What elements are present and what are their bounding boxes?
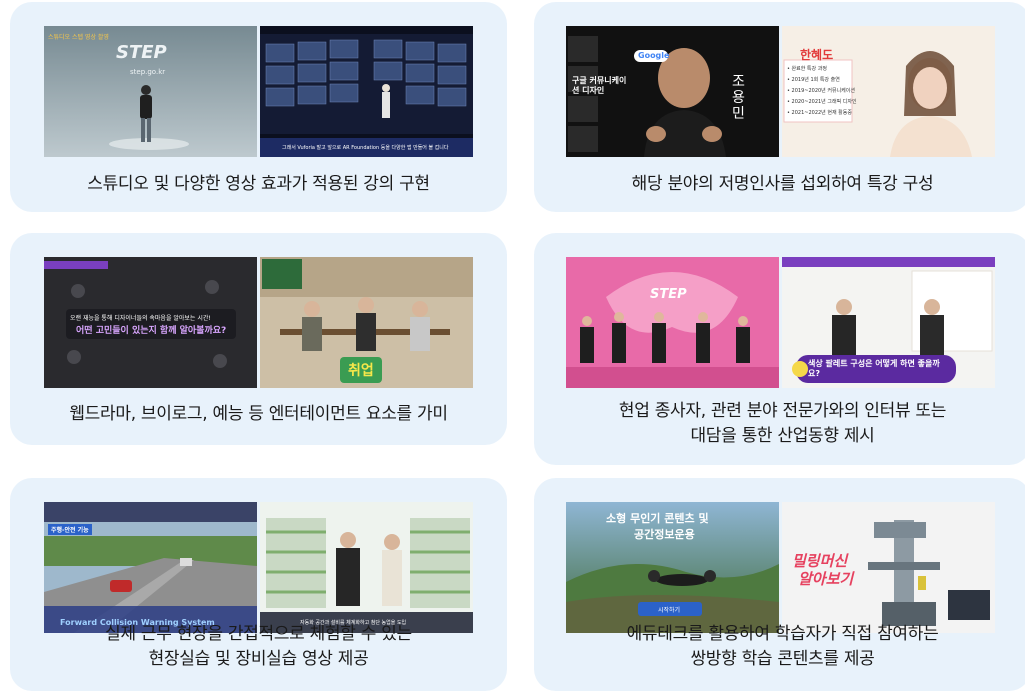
step-url: step.go.kr (130, 68, 166, 76)
variety-show-thumbnail: 취업 (260, 257, 473, 388)
caption-line-1: 스튜디오 및 다양한 영상 효과가 적용된 강의 구현 (87, 174, 430, 194)
drama-line-1: 오랜 재능을 통해 디자이너들의 속마음을 알아보는 시간! (70, 315, 211, 322)
drone-title-1: 소형 무인기 콘텐츠 및 (606, 512, 709, 525)
google-logo: Google (638, 51, 670, 60)
guest-profile-thumbnail: 한혜도 • 완료한 특강 과정 • 2019년 1회 특강 출연 • 2019~… (782, 26, 995, 157)
profile-history: • 완료한 특강 과정 • 2019년 1회 특강 출연 • 2019~2020… (787, 66, 857, 116)
studio-lecture-thumbnail: 스튜디오 스텝 영상 촬영 STEP step.go.kr (44, 26, 257, 157)
job-badge: 취업 (348, 363, 374, 379)
caption-line-1: 실제 근무 현장을 간접적으로 체험할 수 있는 (105, 624, 412, 644)
caption-line-2: 쌍방향 학습 콘텐츠를 제공 (690, 649, 875, 669)
step-logo: STEP (116, 42, 167, 63)
guest-speaker-thumbnail: Google 구글 커뮤니케이션 디자인 조용민 (566, 26, 779, 157)
caption-line-1: 해당 분야의 저명인사를 섭외하여 특강 구성 (631, 174, 934, 194)
lecture-subtitle: 그래서 Vuforia 말고 앞으로 AR Foundation 등을 다양한 … (282, 145, 449, 151)
caption-line-2: 현장실습 및 장비실습 영상 제공 (148, 649, 369, 669)
safety-tag: 주행-안전 기능 (48, 524, 92, 535)
feature-card-studio: 스튜디오 스텝 영상 촬영 STEP step.go.kr 그래서 Vufori… (10, 2, 507, 212)
step-logo: STEP (650, 287, 687, 302)
feature-card-entertainment: 오랜 재능을 통해 디자이너들의 속마음을 알아보는 시간! 어떤 고민들이 있… (10, 233, 507, 445)
driving-safety-thumbnail: 주행-안전 기능 Forward Collision Warning Syste… (44, 502, 257, 633)
caption-line-1: 현업 종사자, 관련 분야 전문가와의 인터뷰 또는 (618, 401, 947, 421)
drama-line-2: 어떤 고민들이 있는지 함께 알아볼까요? (76, 326, 227, 336)
feature-card-field-practice: 주행-안전 기능 Forward Collision Warning Syste… (10, 478, 507, 691)
feature-card-edutech: 소형 무인기 콘텐츠 및 공간정보운용 시작하기 밀링머신 알아보기 에듀테크를… (534, 478, 1025, 691)
question-bubble: 색상 팔레트 구성은 어떻게 하면 좋을까요? (808, 359, 940, 378)
start-button[interactable]: 시작하기 (658, 605, 680, 614)
feature-card-special-lecture: Google 구글 커뮤니케이션 디자인 조용민 한혜도 • 완료한 특강 과정… (534, 2, 1025, 212)
milling-title-2: 알아보기 (798, 570, 854, 588)
caption-line-2: 대담을 통한 산업동향 제시 (690, 426, 875, 446)
panel-interview-thumbnail: STEP (566, 257, 779, 388)
drone-simulation-thumbnail: 소형 무인기 콘텐츠 및 공간정보운용 시작하기 (566, 502, 779, 633)
profile-name: 한혜도 (800, 48, 834, 62)
drone-title-2: 공간정보운용 (634, 528, 695, 541)
expert-talk-thumbnail: 색상 팔레트 구성은 어떻게 하면 좋을까요? (782, 257, 995, 388)
milling-machine-thumbnail: 밀링머신 알아보기 (782, 502, 995, 633)
studio-tag: 스튜디오 스텝 영상 촬영 (48, 34, 109, 41)
speaker-headline: 구글 커뮤니케이션 디자인 (572, 76, 627, 95)
caption-line-1: 웹드라마, 브이로그, 예능 등 엔터테이먼트 요소를 가미 (69, 404, 448, 424)
speaker-name: 조용민 (732, 74, 745, 122)
web-drama-thumbnail: 오랜 재능을 통해 디자이너들의 속마음을 알아보는 시간! 어떤 고민들이 있… (44, 257, 257, 388)
virtual-studio-thumbnail: 그래서 Vuforia 말고 앞으로 AR Foundation 등을 다양한 … (260, 26, 473, 157)
caption-line-1: 에듀테크를 활용하여 학습자가 직접 참여하는 (626, 624, 939, 644)
smart-farm-thumbnail: 자동화 공간과 설비를 체계화하고 첨단 농업을 도입 (260, 502, 473, 633)
feature-card-interview: STEP 색상 팔레트 구성은 어떻게 하면 좋을까요? 현업 종사자, 관련 … (534, 233, 1025, 465)
